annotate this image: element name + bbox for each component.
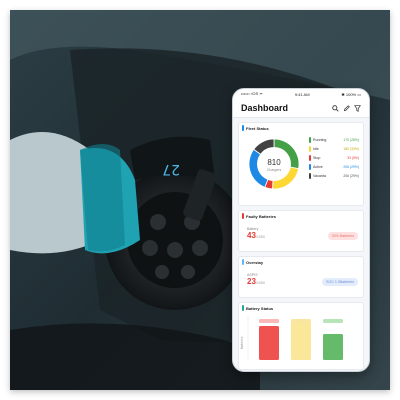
legend-item-stop: Stop 33 (5%)	[309, 153, 359, 162]
status-bar: •••••○ iOS ᯤ 9:41 AM ✱ 100% ▭	[233, 89, 369, 99]
filter-icon[interactable]	[354, 104, 361, 112]
app-header: Dashboard	[233, 99, 369, 118]
fleet-status-title: Fleet Status	[239, 123, 363, 133]
faulty-batteries-card[interactable]: Faulty Batteries Battery 43/1000 30% Bat…	[238, 210, 364, 252]
overstay-total: /1000	[255, 281, 265, 285]
faulty-batteries-title: Faulty Batteries	[239, 211, 363, 221]
overstay-card[interactable]: Overstay ASPIS 23/1000 SOC 1.0Batteries	[238, 256, 364, 298]
svg-text:27: 27	[162, 161, 180, 177]
overstay-count: 23	[247, 277, 256, 286]
overstay-title: Overstay	[239, 257, 363, 267]
carrier-signal: •••••○ iOS ᯤ	[241, 91, 263, 96]
legend-item-vacanta: Vacanta 206 (29%)	[309, 171, 359, 180]
legend-item-idle: Idle 180 (33%)	[309, 144, 359, 153]
clock: 9:41 AM	[294, 91, 310, 97]
search-icon[interactable]	[332, 104, 339, 112]
phone-mockup: •••••○ iOS ᯤ 9:41 AM ✱ 100% ▭ Dashboard …	[232, 88, 370, 372]
faulty-total: /1000	[255, 235, 265, 239]
battery-bar-2	[291, 322, 311, 360]
fleet-donut-chart: 810 Chargers	[248, 138, 300, 190]
battery-cap-2	[291, 319, 311, 323]
faulty-count: 43	[247, 231, 256, 240]
fleet-status-card[interactable]: Fleet Status 810 Chargers Running 170 (28…	[238, 122, 364, 206]
battery-indicator: ✱ 100% ▭	[341, 91, 361, 97]
edit-icon[interactable]	[343, 104, 350, 112]
battery-bar-1	[259, 326, 279, 360]
battery-status-chart: Batteries	[240, 315, 343, 361]
faulty-percent-badge: 30% Batteries	[327, 232, 358, 240]
fleet-total-label: Chargers	[267, 168, 282, 172]
battery-status-card[interactable]: Battery Status Batteries	[238, 302, 364, 370]
legend-item-running: Running 170 (28%)	[309, 135, 359, 144]
battery-bar-3	[323, 334, 343, 360]
battery-ylabel: Batteries	[240, 336, 244, 349]
page-title: Dashboard	[241, 103, 289, 113]
fleet-total: 810	[267, 158, 281, 167]
battery-status-title: Battery Status	[239, 303, 363, 313]
fleet-legend: Running 170 (28%) Idle 180 (33%) Stop 33 (5…	[305, 133, 359, 195]
overstay-badge: SOC 1.0Batteries	[322, 278, 358, 286]
legend-item-active: Active 206 (29%)	[309, 162, 359, 171]
battery-cap-3	[323, 319, 343, 323]
battery-cap-1	[259, 319, 279, 323]
